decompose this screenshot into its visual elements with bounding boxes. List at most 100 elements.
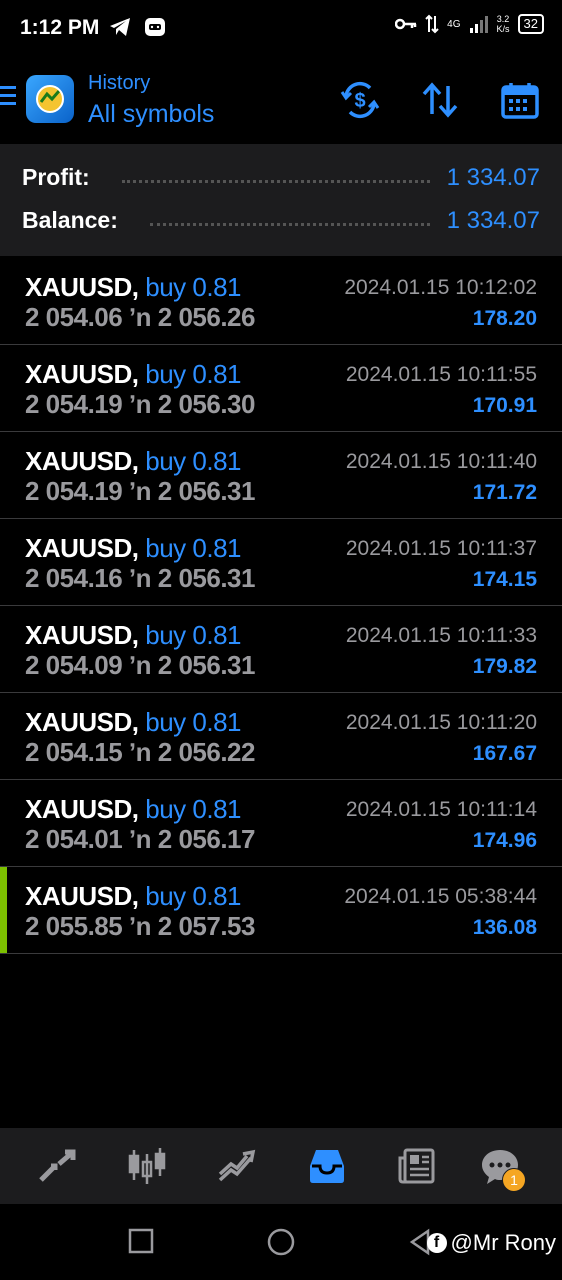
deal-profit: 171.72 [472,481,537,504]
system-nav: f @Mr Rony [0,1204,562,1280]
chat-icon[interactable]: 1 [478,1146,526,1192]
deal-prices: 2 054.15 ʼn 2 056.22 [25,737,255,767]
deal-type: buy 0.81 [145,707,241,737]
network-speed-unit: K/s [496,24,510,34]
summary-panel: Profit: 1 334.07 Balance: 1 334.07 [0,144,562,256]
deal-symbol-line: XAUUSD, buy 0.81 [25,272,241,303]
deal-prices: 2 054.16 ʼn 2 056.31 [25,563,255,593]
deal-symbol-line: XAUUSD, buy 0.81 [25,707,241,738]
battery-level: 32 [523,16,538,31]
deal-time: 2024.01.15 10:11:20 [345,711,537,734]
deal-time: 2024.01.15 10:12:02 [344,276,537,299]
deal-time: 2024.01.15 10:11:40 [345,450,537,473]
deal-profit: 174.15 [472,568,537,591]
game-icon [145,18,165,36]
balance-row: Balance: 1 334.07 [22,207,540,237]
deal-symbol: XAUUSD, [25,794,139,824]
menu-icon[interactable] [0,86,16,108]
deal-symbol-line: XAUUSD, buy 0.81 [25,794,241,825]
network-speed: 3.2 K/s [497,14,510,34]
watermark: f @Mr Rony [426,1230,556,1256]
deal-prices: 2 054.01 ʼn 2 056.17 [25,824,255,854]
data-transfer-icon [425,14,439,34]
deal-symbol-line: XAUUSD, buy 0.81 [25,881,241,912]
profit-value: 1 334.07 [446,164,540,191]
deal-prices: 2 055.85 ʼn 2 057.53 [25,911,255,941]
deal-type: buy 0.81 [145,446,241,476]
status-icons-left [108,16,166,38]
recent-apps-icon[interactable] [128,1228,154,1259]
history-icon[interactable] [305,1146,349,1186]
deal-prices: 2 054.19 ʼn 2 056.30 [25,389,255,419]
deal-prices: 2 054.19 ʼn 2 056.31 [25,476,255,506]
key-icon [395,18,417,30]
signal-icon [469,16,488,33]
profit-row: Profit: 1 334.07 [22,164,540,194]
deal-type: buy 0.81 [145,272,241,302]
facebook-icon: f [426,1233,447,1253]
deal-time: 2024.01.15 10:11:37 [345,537,537,560]
deal-symbol: XAUUSD, [25,446,139,476]
network-speed-value: 3.2 [496,14,510,24]
telegram-icon [110,18,130,36]
home-icon[interactable] [267,1228,295,1261]
news-icon[interactable] [395,1146,439,1186]
deal-row[interactable]: XAUUSD, buy 0.81 2 054.19 ʼn 2 056.31 20… [0,432,562,519]
app-logo-icon[interactable] [26,75,74,123]
deal-symbol: XAUUSD, [25,272,139,302]
deal-symbol: XAUUSD, [25,359,139,389]
page-title[interactable]: All symbols [88,100,214,129]
deal-row[interactable]: XAUUSD, buy 0.81 2 054.06 ʼn 2 056.26 20… [0,258,562,345]
balance-value: 1 334.07 [446,207,540,234]
watermark-text: @Mr Rony [450,1230,556,1255]
deal-symbol-line: XAUUSD, buy 0.81 [25,446,241,477]
chat-badge: 1 [502,1168,526,1192]
deal-symbol: XAUUSD, [25,620,139,650]
network-type: 4G [447,18,461,30]
balance-label: Balance: [22,207,118,233]
deal-profit: 170.91 [472,394,537,417]
bottom-nav: 1 [0,1128,562,1204]
deal-profit: 179.82 [472,655,537,678]
deal-row[interactable]: XAUUSD, buy 0.81 2 054.16 ʼn 2 056.31 20… [0,519,562,606]
header: History All symbols $ [0,60,562,142]
status-time: 1:12 PM [20,16,100,39]
status-icons-right: 4G 3.2 K/s 32 [395,14,544,34]
deal-symbol: XAUUSD, [25,533,139,563]
currency-exchange-icon[interactable]: $ [340,80,380,120]
sort-icon[interactable] [420,80,460,120]
deal-profit: 178.20 [472,307,537,330]
battery-icon: 32 [517,14,544,34]
deal-prices: 2 054.06 ʼn 2 056.26 [25,302,255,332]
deal-time: 2024.01.15 10:11:14 [345,798,537,821]
deal-time: 2024.01.15 10:11:55 [345,363,537,386]
deal-symbol: XAUUSD, [25,881,139,911]
deal-row[interactable]: XAUUSD, buy 0.81 2 054.19 ʼn 2 056.30 20… [0,345,562,432]
deal-type: buy 0.81 [145,533,241,563]
chart-icon[interactable] [125,1146,169,1186]
deal-prices: 2 054.09 ʼn 2 056.31 [25,650,255,680]
calendar-icon[interactable] [500,80,540,120]
quotes-icon[interactable] [35,1146,79,1186]
deal-time: 2024.01.15 10:11:33 [345,624,537,647]
deal-type: buy 0.81 [145,620,241,650]
deal-type: buy 0.81 [145,794,241,824]
deal-type: buy 0.81 [145,359,241,389]
trade-icon[interactable] [215,1146,259,1186]
deal-row[interactable]: XAUUSD, buy 0.81 2 054.01 ʼn 2 056.17 20… [0,780,562,867]
deal-symbol-line: XAUUSD, buy 0.81 [25,620,241,651]
deal-row-selected[interactable]: XAUUSD, buy 0.81 2 055.85 ʼn 2 057.53 20… [0,867,562,954]
deal-profit: 136.08 [472,916,537,939]
deal-symbol-line: XAUUSD, buy 0.81 [25,359,241,390]
header-subtitle: History [88,72,151,94]
deal-row[interactable]: XAUUSD, buy 0.81 2 054.09 ʼn 2 056.31 20… [0,606,562,693]
svg-text:$: $ [354,90,365,112]
deal-symbol-line: XAUUSD, buy 0.81 [25,533,241,564]
deal-profit: 167.67 [472,742,537,765]
deal-row[interactable]: XAUUSD, buy 0.81 2 054.15 ʼn 2 056.22 20… [0,693,562,780]
deal-profit: 174.96 [472,829,537,852]
profit-label: Profit: [22,164,90,190]
balance-dots [150,223,430,226]
deal-symbol: XAUUSD, [25,707,139,737]
profit-dots [122,180,430,183]
